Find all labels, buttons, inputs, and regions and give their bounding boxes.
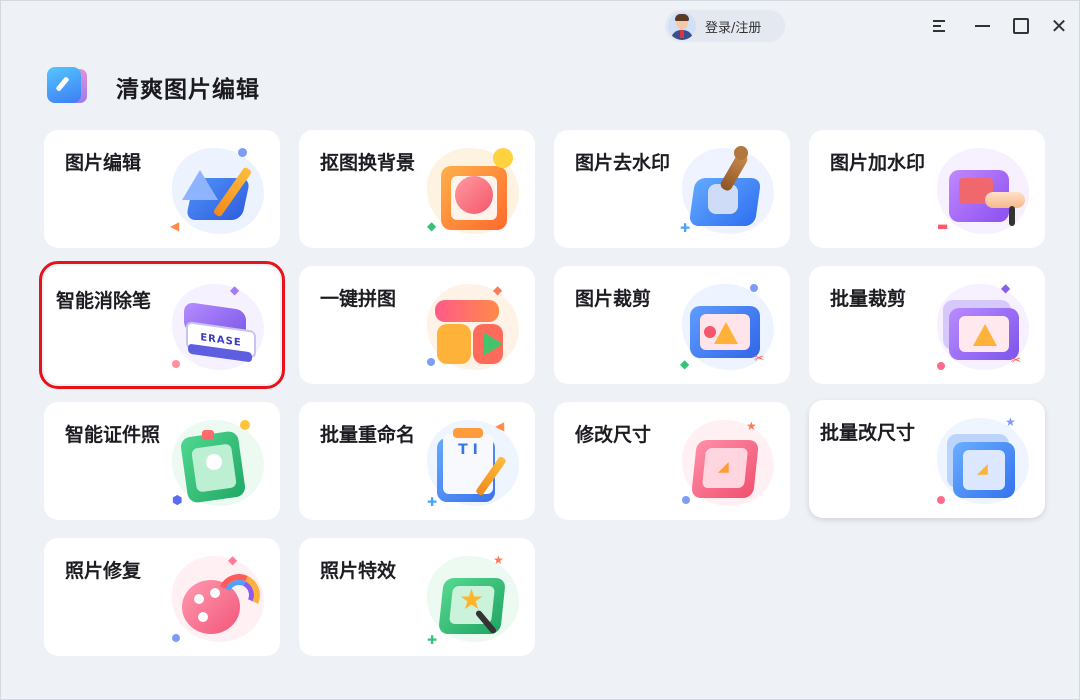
tool-card-add-watermark[interactable]: 图片加水印 ▬ bbox=[809, 130, 1045, 248]
tool-card-collage[interactable]: 一键拼图 ◆ bbox=[299, 266, 535, 384]
tool-card-remove-watermark[interactable]: 图片去水印 ✚ bbox=[554, 130, 790, 248]
app-title: 清爽图片编辑 bbox=[116, 77, 260, 103]
star-wand-icon: ★ ★ ✚ bbox=[423, 550, 523, 648]
tool-card-photo-effects[interactable]: 照片特效 ★ ★ ✚ bbox=[299, 538, 535, 656]
cutout-frame-icon: ◆ bbox=[423, 142, 523, 240]
app-window: 登录/注册 ✕ 清爽图片编辑 图片编辑 ◀ 抠图换背景 ◆ 图片去水印 ✚ 图片… bbox=[0, 0, 1080, 700]
tool-label: 一键拼图 bbox=[320, 288, 397, 310]
login-button[interactable]: 登录/注册 bbox=[665, 10, 785, 42]
minimize-icon bbox=[974, 25, 990, 27]
maximize-icon bbox=[1013, 18, 1029, 34]
tool-label: 智能证件照 bbox=[65, 424, 161, 446]
tool-label: 照片特效 bbox=[320, 560, 397, 582]
minimize-button[interactable] bbox=[969, 13, 995, 39]
ruler-pencil-icon: ◀ bbox=[168, 142, 268, 240]
tool-label: 智能消除笔 bbox=[56, 290, 152, 312]
id-photo-icon: ⬢ bbox=[168, 414, 268, 512]
menu-button[interactable] bbox=[927, 13, 953, 39]
tool-label: 图片编辑 bbox=[65, 152, 142, 174]
tool-card-cutout[interactable]: 抠图换背景 ◆ bbox=[299, 130, 535, 248]
batch-resize-icon: ◢ ★ bbox=[933, 412, 1033, 510]
batch-crop-icon: ✂ ◆ bbox=[933, 278, 1033, 376]
eraser-icon: ERASE ◆ bbox=[168, 278, 268, 376]
user-avatar-icon bbox=[668, 12, 696, 40]
tool-label: 图片裁剪 bbox=[575, 288, 652, 310]
close-icon: ✕ bbox=[1050, 14, 1068, 38]
tool-label: 批量重命名 bbox=[320, 424, 416, 446]
image-crop-icon: ✂ ◆ bbox=[678, 278, 778, 376]
tool-label: 图片加水印 bbox=[830, 152, 926, 174]
tool-card-image-edit[interactable]: 图片编辑 ◀ bbox=[44, 130, 280, 248]
watermark-roller-icon: ▬ bbox=[933, 142, 1033, 240]
collage-icon: ◆ bbox=[423, 278, 523, 376]
stamp-icon: ✚ bbox=[678, 142, 778, 240]
tool-label: 批量裁剪 bbox=[830, 288, 907, 310]
tool-card-batch-rename[interactable]: 批量重命名 T I ◀ ✚ bbox=[299, 402, 535, 520]
tool-label: 抠图换背景 bbox=[320, 152, 416, 174]
tool-card-crop[interactable]: 图片裁剪 ✂ ◆ bbox=[554, 266, 790, 384]
tool-label: 图片去水印 bbox=[575, 152, 671, 174]
tool-label: 修改尺寸 bbox=[575, 424, 652, 446]
tool-label: 照片修复 bbox=[65, 560, 142, 582]
tool-card-id-photo[interactable]: 智能证件照 ⬢ bbox=[44, 402, 280, 520]
tool-card-batch-crop[interactable]: 批量裁剪 ✂ ◆ bbox=[809, 266, 1045, 384]
close-button[interactable]: ✕ bbox=[1046, 13, 1072, 39]
tool-card-photo-restore[interactable]: 照片修复 ◆ bbox=[44, 538, 280, 656]
tool-card-resize[interactable]: 修改尺寸 ◢ ★ bbox=[554, 402, 790, 520]
tool-card-batch-resize[interactable]: 批量改尺寸 ◢ ★ bbox=[809, 400, 1045, 518]
menu-icon bbox=[933, 19, 947, 33]
doc-text: T I bbox=[458, 442, 478, 458]
palette-rainbow-icon: ◆ bbox=[168, 550, 268, 648]
tool-label: 批量改尺寸 bbox=[820, 422, 916, 444]
tool-card-smart-eraser[interactable]: 智能消除笔 ERASE ◆ bbox=[39, 261, 285, 389]
login-label: 登录/注册 bbox=[705, 20, 762, 36]
maximize-button[interactable] bbox=[1008, 13, 1034, 39]
app-logo-icon bbox=[47, 67, 91, 105]
resize-icon: ◢ ★ bbox=[678, 414, 778, 512]
rename-document-icon: T I ◀ ✚ bbox=[423, 414, 523, 512]
